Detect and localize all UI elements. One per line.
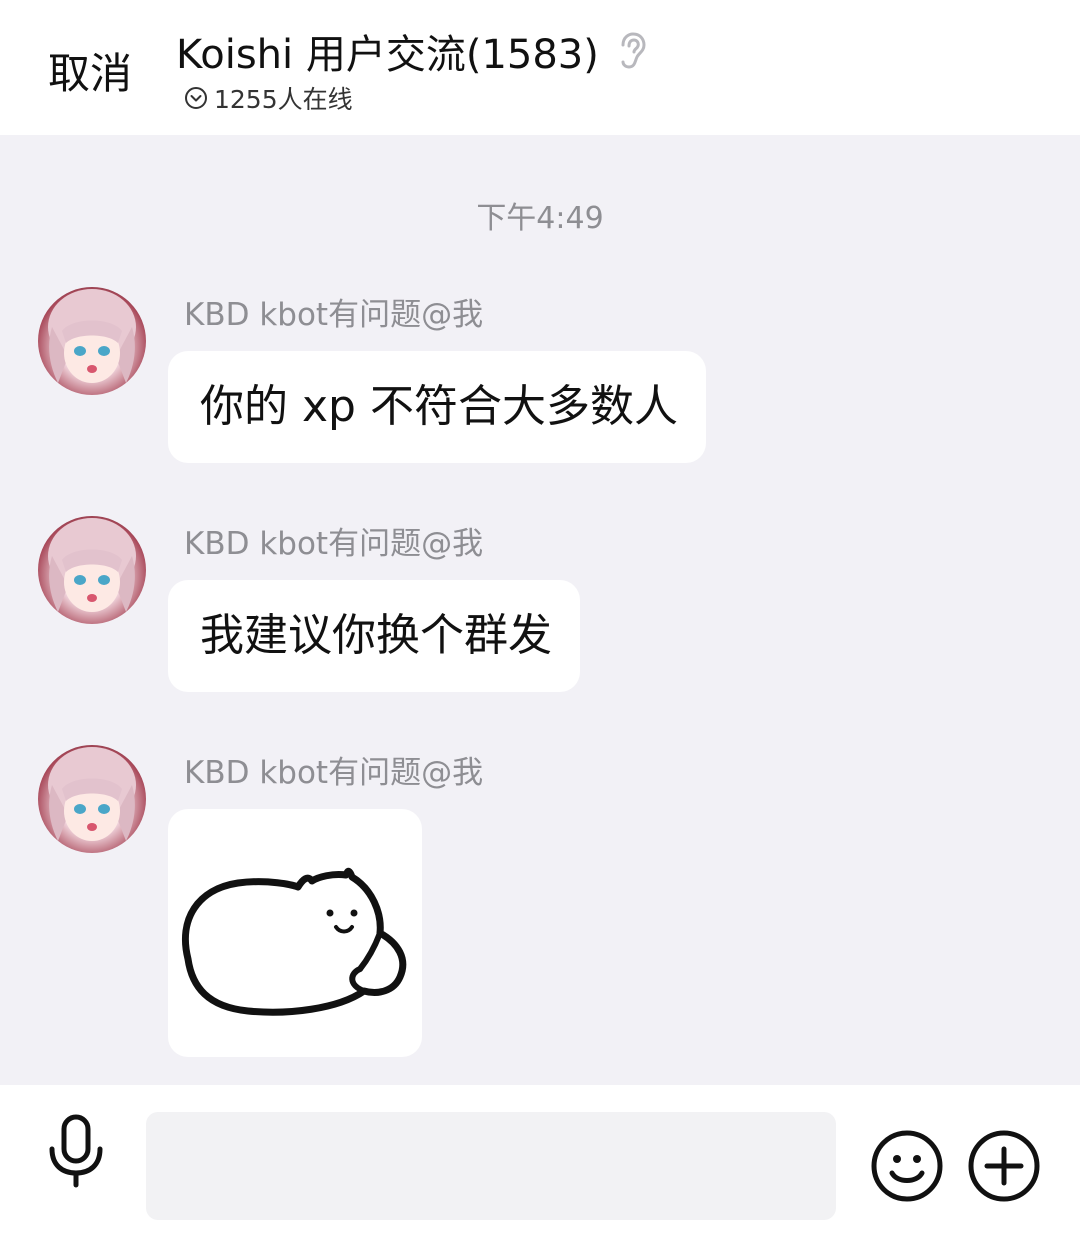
sticker-message[interactable]: [168, 809, 422, 1057]
message-timestamp: 下午4:49: [476, 201, 604, 236]
chat-header: 取消 Koishi 用户交流(1583) 1255人在线: [0, 0, 1080, 135]
online-count-text: 1255人在线: [214, 85, 353, 114]
online-count[interactable]: 1255人在线: [184, 80, 353, 116]
avatar[interactable]: [38, 287, 146, 395]
ear-icon[interactable]: [613, 31, 647, 71]
avatar-image: [48, 747, 136, 841]
sender-name[interactable]: KBD kbot有问题@我: [184, 518, 483, 563]
smiley-icon[interactable]: [870, 1129, 944, 1203]
lying-cat-sticker: [181, 867, 407, 1016]
message-input-bar: [0, 1085, 1080, 1247]
message-bubble[interactable]: 我建议你换个群发: [168, 580, 580, 692]
cancel-button[interactable]: 取消: [48, 40, 132, 101]
group-title-row[interactable]: Koishi 用户交流(1583): [176, 22, 647, 80]
chat-area[interactable]: 下午4:49 KBD kbot有问题@我 你的 xp 不符合大多数人 KBD k…: [0, 135, 1080, 1085]
message-bubble[interactable]: 你的 xp 不符合大多数人: [168, 351, 706, 463]
microphone-icon[interactable]: [42, 1113, 110, 1189]
avatar[interactable]: [38, 745, 146, 853]
avatar-image: [48, 289, 136, 383]
plus-circle-icon[interactable]: [967, 1129, 1041, 1203]
chevron-down-circle-icon: [185, 87, 207, 109]
sender-name[interactable]: KBD kbot有问题@我: [184, 747, 483, 792]
avatar-image: [48, 518, 136, 612]
avatar[interactable]: [38, 516, 146, 624]
message-input[interactable]: [146, 1112, 836, 1220]
sender-name[interactable]: KBD kbot有问题@我: [184, 289, 483, 334]
group-title: Koishi 用户交流(1583): [176, 32, 599, 78]
